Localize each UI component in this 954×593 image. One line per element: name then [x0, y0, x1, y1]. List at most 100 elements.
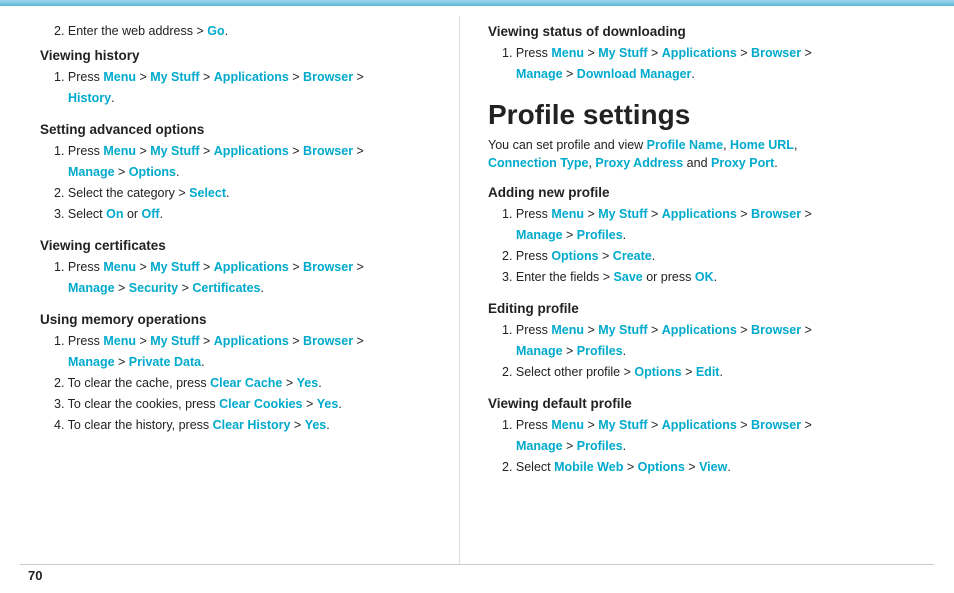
- off-link[interactable]: Off: [142, 207, 160, 221]
- section-viewing-status: Viewing status of downloading 1. Press M…: [488, 24, 930, 84]
- applications-link[interactable]: Applications: [214, 260, 289, 274]
- mystuff-link[interactable]: My Stuff: [598, 323, 647, 337]
- profiles-link[interactable]: Profiles: [577, 439, 623, 453]
- mystuff-link[interactable]: My Stuff: [150, 70, 199, 84]
- menu-link[interactable]: Menu: [551, 46, 584, 60]
- clear-cache-link[interactable]: Clear Cache: [210, 376, 282, 390]
- options-link[interactable]: Options: [129, 165, 176, 179]
- section-adding-profile: Adding new profile 1. Press Menu > My St…: [488, 185, 930, 287]
- browser-link[interactable]: Browser: [751, 46, 801, 60]
- section-title-adding-profile: Adding new profile: [488, 185, 930, 200]
- download-manager-link[interactable]: Download Manager: [577, 67, 692, 81]
- section-title-viewing-default-profile: Viewing default profile: [488, 396, 930, 411]
- options-link[interactable]: Options: [638, 460, 685, 474]
- section-title-editing-profile: Editing profile: [488, 301, 930, 316]
- page-number: 70: [28, 568, 42, 583]
- browser-link[interactable]: Browser: [303, 144, 353, 158]
- mystuff-link[interactable]: My Stuff: [598, 418, 647, 432]
- browser-link[interactable]: Browser: [751, 207, 801, 221]
- manage-link[interactable]: Manage: [516, 344, 563, 358]
- menu-link[interactable]: Menu: [551, 207, 584, 221]
- left-column: 2. Enter the web address > Go. Viewing h…: [0, 16, 460, 564]
- manage-link[interactable]: Manage: [516, 228, 563, 242]
- section-title-viewing-certificates: Viewing certificates: [40, 238, 435, 253]
- mystuff-link[interactable]: My Stuff: [598, 46, 647, 60]
- proxy-address-link[interactable]: Proxy Address: [595, 156, 683, 170]
- section-title-setting-advanced: Setting advanced options: [40, 122, 435, 137]
- profile-settings-heading: Profile settings: [488, 98, 930, 132]
- edit-link[interactable]: Edit: [696, 365, 720, 379]
- section-viewing-default-profile: Viewing default profile 1. Press Menu > …: [488, 396, 930, 477]
- step: 1. Press Menu > My Stuff > Applications …: [502, 43, 930, 84]
- connection-type-link[interactable]: Connection Type: [488, 156, 588, 170]
- browser-link[interactable]: Browser: [751, 418, 801, 432]
- section-setting-advanced: Setting advanced options 1. Press Menu >…: [40, 122, 435, 224]
- step: 1. Press Menu > My Stuff > Applications …: [502, 320, 930, 382]
- applications-link[interactable]: Applications: [214, 334, 289, 348]
- options-link[interactable]: Options: [634, 365, 681, 379]
- profile-desc: You can set profile and view Profile Nam…: [488, 136, 930, 174]
- applications-link[interactable]: Applications: [662, 46, 737, 60]
- clear-history-link[interactable]: Clear History: [213, 418, 291, 432]
- certificates-link[interactable]: Certificates: [192, 281, 260, 295]
- browser-link[interactable]: Browser: [303, 334, 353, 348]
- section-editing-profile: Editing profile 1. Press Menu > My Stuff…: [488, 301, 930, 382]
- options-link[interactable]: Options: [551, 249, 598, 263]
- menu-link[interactable]: Menu: [103, 260, 136, 274]
- step: 1. Press Menu > My Stuff > Applications …: [54, 331, 435, 435]
- section-title-viewing-status: Viewing status of downloading: [488, 24, 930, 39]
- select-link[interactable]: Select: [189, 186, 226, 200]
- menu-link[interactable]: Menu: [103, 144, 136, 158]
- applications-link[interactable]: Applications: [214, 70, 289, 84]
- right-column: Viewing status of downloading 1. Press M…: [460, 16, 954, 564]
- applications-link[interactable]: Applications: [662, 207, 737, 221]
- view-link[interactable]: View: [699, 460, 727, 474]
- manage-link[interactable]: Manage: [516, 439, 563, 453]
- profile-name-link[interactable]: Profile Name: [647, 138, 723, 152]
- section-viewing-certificates: Viewing certificates 1. Press Menu > My …: [40, 238, 435, 298]
- applications-link[interactable]: Applications: [662, 323, 737, 337]
- yes-link[interactable]: Yes: [297, 376, 319, 390]
- step: 1. Press Menu > My Stuff > Applications …: [502, 204, 930, 287]
- applications-link[interactable]: Applications: [214, 144, 289, 158]
- ok-link[interactable]: OK: [695, 270, 714, 284]
- home-url-link[interactable]: Home URL: [730, 138, 794, 152]
- on-link[interactable]: On: [106, 207, 123, 221]
- manage-link[interactable]: Manage: [68, 165, 115, 179]
- mystuff-link[interactable]: My Stuff: [150, 144, 199, 158]
- menu-link[interactable]: Menu: [103, 334, 136, 348]
- manage-link[interactable]: Manage: [68, 355, 115, 369]
- section-title-using-memory: Using memory operations: [40, 312, 435, 327]
- menu-link[interactable]: Menu: [551, 323, 584, 337]
- mystuff-link[interactable]: My Stuff: [150, 260, 199, 274]
- profiles-link[interactable]: Profiles: [577, 228, 623, 242]
- browser-link[interactable]: Browser: [303, 260, 353, 274]
- save-link[interactable]: Save: [614, 270, 643, 284]
- menu-link[interactable]: Menu: [103, 70, 136, 84]
- browser-link[interactable]: Browser: [303, 70, 353, 84]
- manage-link[interactable]: Manage: [516, 67, 563, 81]
- section-viewing-history: Viewing history 1. Press Menu > My Stuff…: [40, 48, 435, 108]
- mystuff-link[interactable]: My Stuff: [598, 207, 647, 221]
- section-title-viewing-history: Viewing history: [40, 48, 435, 63]
- manage-link[interactable]: Manage: [68, 281, 115, 295]
- create-link[interactable]: Create: [613, 249, 652, 263]
- step: 1. Press Menu > My Stuff > Applications …: [54, 141, 435, 224]
- yes-link[interactable]: Yes: [317, 397, 339, 411]
- applications-link[interactable]: Applications: [662, 418, 737, 432]
- menu-link[interactable]: Menu: [551, 418, 584, 432]
- section-using-memory: Using memory operations 1. Press Menu > …: [40, 312, 435, 435]
- security-link[interactable]: Security: [129, 281, 178, 295]
- intro-line: 2. Enter the web address > Go.: [54, 24, 435, 38]
- profiles-link[interactable]: Profiles: [577, 344, 623, 358]
- browser-link[interactable]: Browser: [751, 323, 801, 337]
- go-link[interactable]: Go: [207, 24, 224, 38]
- mystuff-link[interactable]: My Stuff: [150, 334, 199, 348]
- history-link[interactable]: History: [68, 91, 111, 105]
- step: 1. Press Menu > My Stuff > Applications …: [54, 257, 435, 298]
- private-data-link[interactable]: Private Data: [129, 355, 201, 369]
- mobile-web-link[interactable]: Mobile Web: [554, 460, 623, 474]
- proxy-port-link[interactable]: Proxy Port: [711, 156, 774, 170]
- clear-cookies-link[interactable]: Clear Cookies: [219, 397, 302, 411]
- yes-link[interactable]: Yes: [305, 418, 327, 432]
